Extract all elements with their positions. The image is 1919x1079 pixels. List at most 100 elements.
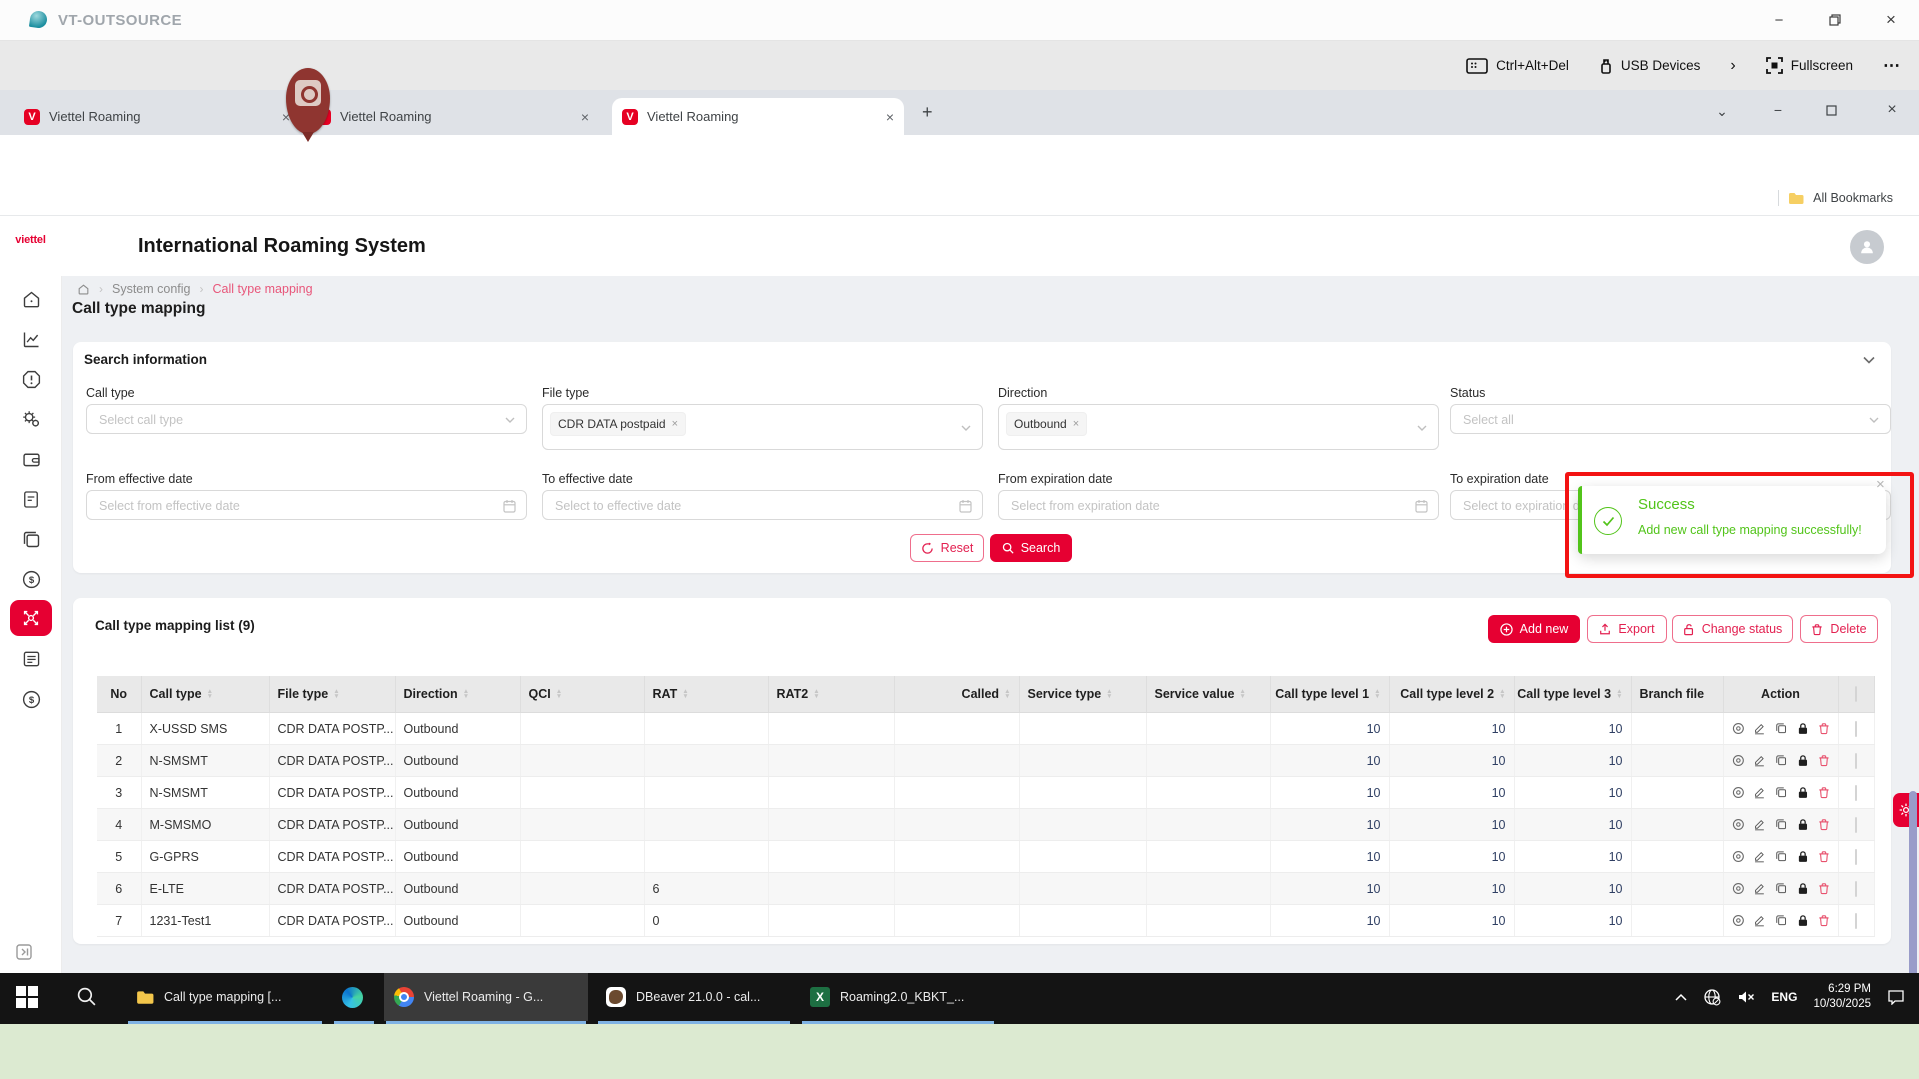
- vm-taskbar-chrome-viettel-roaming-active[interactable]: Viettel Roaming - G...: [384, 973, 588, 1021]
- delete-button[interactable]: Delete: [1800, 615, 1878, 643]
- sort-icon[interactable]: ▲▼: [682, 689, 688, 699]
- table-row[interactable]: 6 E-LTE CDR DATA POSTP... Outbound 6 10 …: [97, 873, 1874, 905]
- tab-viettel-roaming-2[interactable]: V Viettel Roaming ×: [305, 98, 599, 135]
- vm-taskbar-edge[interactable]: [332, 973, 376, 1021]
- sort-icon[interactable]: ▲▼: [1616, 689, 1622, 699]
- row-checkbox[interactable]: [1855, 785, 1857, 801]
- row-checkbox[interactable]: [1855, 913, 1857, 929]
- edit-icon[interactable]: [1753, 817, 1766, 832]
- fullscreen-button[interactable]: Fullscreen: [1766, 57, 1853, 74]
- copy-icon[interactable]: [1775, 721, 1788, 736]
- to-effective-date-input[interactable]: Select to effective date: [542, 490, 983, 520]
- sort-icon[interactable]: ▲▼: [1499, 689, 1505, 699]
- row-checkbox[interactable]: [1855, 849, 1857, 865]
- vm-taskbar-call-type-mapping-window[interactable]: Call type mapping [...: [126, 973, 324, 1021]
- row-checkbox[interactable]: [1855, 721, 1857, 737]
- col-call-type-level-1[interactable]: Call type level 1▲▼: [1270, 676, 1389, 713]
- breadcrumb-system-config[interactable]: System config: [112, 282, 191, 296]
- reset-button[interactable]: Reset: [910, 534, 984, 562]
- row-checkbox[interactable]: [1855, 817, 1857, 833]
- delete-row-icon[interactable]: [1818, 785, 1830, 800]
- vm-taskbar-excel-roaming-workbook[interactable]: X Roaming2.0_KBKT_...: [800, 973, 996, 1021]
- view-icon[interactable]: [1732, 913, 1745, 928]
- change-status-button[interactable]: Change status: [1672, 615, 1793, 643]
- sort-icon[interactable]: ▲▼: [1374, 689, 1380, 699]
- tray-chevron-up-icon[interactable]: [1675, 993, 1687, 1001]
- new-tab-button[interactable]: +: [922, 102, 933, 123]
- tab-close-icon[interactable]: ×: [581, 109, 589, 125]
- copy-icon[interactable]: [1775, 785, 1788, 800]
- view-icon[interactable]: [1732, 721, 1745, 736]
- delete-row-icon[interactable]: [1818, 753, 1830, 768]
- breadcrumb-call-type-mapping[interactable]: Call type mapping: [213, 282, 313, 296]
- col-select-all[interactable]: [1838, 676, 1874, 713]
- collapse-section-chevron-icon[interactable]: [1863, 356, 1875, 364]
- copy-icon[interactable]: [1775, 913, 1788, 928]
- lock-icon[interactable]: [1797, 753, 1809, 768]
- status-select[interactable]: Select all: [1450, 404, 1891, 434]
- sidebar-item-billing[interactable]: $: [10, 681, 52, 717]
- copy-icon[interactable]: [1775, 817, 1788, 832]
- col-qci[interactable]: QCI▲▼: [520, 676, 644, 713]
- sort-icon[interactable]: ▲▼: [463, 689, 469, 699]
- lock-icon[interactable]: [1797, 721, 1809, 736]
- col-rat2[interactable]: RAT2▲▼: [768, 676, 894, 713]
- edit-icon[interactable]: [1753, 881, 1766, 896]
- tab-viettel-roaming-1[interactable]: V Viettel Roaming ×: [14, 98, 300, 135]
- export-button[interactable]: Export: [1587, 615, 1667, 643]
- col-call-type-level-2[interactable]: Call type level 2▲▼: [1389, 676, 1514, 713]
- row-checkbox[interactable]: [1855, 881, 1857, 897]
- network-globe-icon[interactable]: [1703, 988, 1721, 1006]
- sort-icon[interactable]: ▲▼: [556, 689, 562, 699]
- col-service-value[interactable]: Service value▲▼: [1146, 676, 1270, 713]
- sort-icon[interactable]: ▲▼: [207, 689, 213, 699]
- col-file-type[interactable]: File type▲▼: [269, 676, 395, 713]
- table-row[interactable]: 5 G-GPRS CDR DATA POSTP... Outbound 10 1…: [97, 841, 1874, 873]
- notification-center-icon[interactable]: [1887, 989, 1905, 1005]
- col-no[interactable]: No: [97, 676, 141, 713]
- view-icon[interactable]: [1732, 817, 1745, 832]
- sidebar-item-pricing[interactable]: $: [10, 561, 52, 597]
- browser-restore-button[interactable]: [1826, 105, 1837, 116]
- usb-devices-button[interactable]: USB Devices: [1599, 57, 1701, 75]
- add-new-button[interactable]: Add new: [1488, 615, 1580, 643]
- vm-minimize-button[interactable]: −: [1751, 0, 1807, 40]
- vm-clock[interactable]: 6:29 PM10/30/2025: [1813, 982, 1871, 1012]
- breadcrumb-home-icon[interactable]: [77, 283, 90, 296]
- sidebar-item-home[interactable]: [10, 281, 52, 317]
- delete-row-icon[interactable]: [1818, 849, 1830, 864]
- tab-viettel-roaming-3-active[interactable]: V Viettel Roaming ×: [612, 98, 904, 135]
- col-branch-file[interactable]: Branch file: [1631, 676, 1723, 713]
- sidebar-item-alerts[interactable]: [10, 361, 52, 397]
- from-expiration-date-input[interactable]: Select from expiration date: [998, 490, 1439, 520]
- delete-row-icon[interactable]: [1818, 817, 1830, 832]
- col-service-type[interactable]: Service type▲▼: [1019, 676, 1146, 713]
- volume-muted-icon[interactable]: [1737, 989, 1755, 1005]
- copy-icon[interactable]: [1775, 849, 1788, 864]
- vm-start-button[interactable]: [16, 986, 38, 1008]
- col-direction[interactable]: Direction▲▼: [395, 676, 520, 713]
- sidebar-collapse-button[interactable]: [16, 944, 32, 960]
- sidebar-item-call-type-mapping-active[interactable]: [10, 600, 52, 636]
- col-call-type-level-3[interactable]: Call type level 3▲▼: [1514, 676, 1631, 713]
- view-icon[interactable]: [1732, 753, 1745, 768]
- edit-icon[interactable]: [1753, 753, 1766, 768]
- toast-close-icon[interactable]: ×: [1876, 476, 1885, 493]
- table-row[interactable]: 7 1231-Test1 CDR DATA POSTP... Outbound …: [97, 905, 1874, 937]
- browser-minimize-button[interactable]: −: [1768, 102, 1788, 118]
- lock-icon[interactable]: [1797, 881, 1809, 896]
- copy-icon[interactable]: [1775, 881, 1788, 896]
- edit-icon[interactable]: [1753, 849, 1766, 864]
- tab-close-icon[interactable]: ×: [886, 109, 894, 125]
- sidebar-item-forms[interactable]: [10, 641, 52, 677]
- view-icon[interactable]: [1732, 785, 1745, 800]
- vm-language-indicator[interactable]: ENG: [1771, 990, 1797, 1004]
- tag-remove-icon[interactable]: ×: [672, 418, 678, 430]
- search-button[interactable]: Search: [990, 534, 1072, 562]
- call-type-select[interactable]: Select call type: [86, 404, 527, 434]
- col-rat[interactable]: RAT▲▼: [644, 676, 768, 713]
- view-icon[interactable]: [1732, 881, 1745, 896]
- lock-icon[interactable]: [1797, 785, 1809, 800]
- sort-icon[interactable]: ▲▼: [333, 689, 339, 699]
- view-icon[interactable]: [1732, 849, 1745, 864]
